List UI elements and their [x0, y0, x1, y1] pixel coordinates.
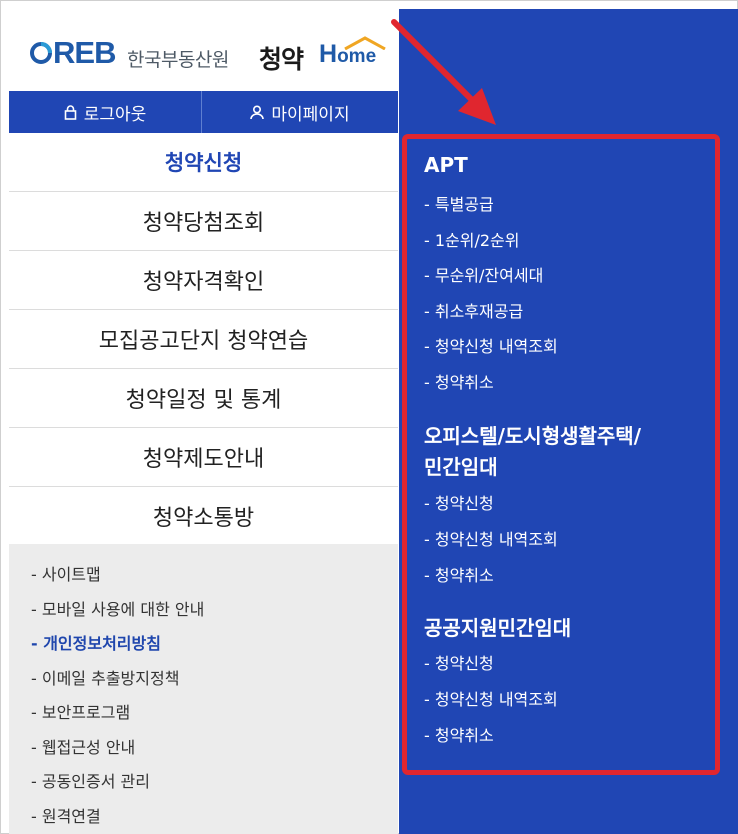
footer-link-privacy[interactable]: - 개인정보처리방침 [31, 627, 398, 662]
logout-button[interactable]: 로그아웃 [9, 91, 202, 133]
highlight-box [402, 134, 720, 775]
footer-link-mobile-guide[interactable]: - 모바일 사용에 대한 안내 [31, 593, 398, 628]
footer-link-email-policy[interactable]: - 이메일 추출방지정책 [31, 662, 398, 697]
logo-reb-text: REB [53, 35, 116, 70]
footer-link-certificate[interactable]: - 공동인증서 관리 [31, 765, 398, 800]
logout-label: 로그아웃 [83, 104, 147, 125]
main-menu: 청약신청 청약당첨조회 청약자격확인 모집공고단지 청약연습 청약일정 및 통계… [9, 133, 398, 546]
mypage-label: 마이페이지 [271, 104, 350, 125]
menu-item-eligibility[interactable]: 청약자격확인 [9, 251, 398, 310]
roof-icon [344, 36, 386, 50]
menu-item-apply[interactable]: 청약신청 [9, 133, 398, 192]
menu-item-win-check[interactable]: 청약당첨조회 [9, 192, 398, 251]
mypage-button[interactable]: 마이페이지 [202, 91, 398, 133]
site-logo[interactable]: REB 한국부동산원 청약 Home [9, 9, 398, 91]
footer-link-accessibility[interactable]: - 웹접근성 안내 [31, 731, 398, 766]
menu-item-schedule[interactable]: 청약일정 및 통계 [9, 369, 398, 428]
footer-link-remote[interactable]: - 원격연결 [31, 800, 398, 834]
left-panel: REB 한국부동산원 청약 Home 로그아웃 마이페이지 청약신청 청약당첨조… [9, 9, 398, 834]
menu-item-community[interactable]: 청약소통방 [9, 487, 398, 546]
reb-logo-mark-icon [30, 42, 52, 64]
logo-cheongyak-text: 청약 [259, 45, 304, 74]
footer-links: - 사이트맵 - 모바일 사용에 대한 안내 - 개인정보처리방침 - 이메일 … [9, 544, 398, 834]
top-action-bar: 로그아웃 마이페이지 [9, 91, 398, 133]
lock-icon [64, 104, 77, 120]
person-icon [250, 104, 265, 119]
footer-link-sitemap[interactable]: - 사이트맵 [31, 558, 398, 593]
footer-link-security-program[interactable]: - 보안프로그램 [31, 696, 398, 731]
menu-item-practice[interactable]: 모집공고단지 청약연습 [9, 310, 398, 369]
logo-korean-text: 한국부동산원 [127, 49, 229, 71]
menu-item-system-guide[interactable]: 청약제도안내 [9, 428, 398, 487]
